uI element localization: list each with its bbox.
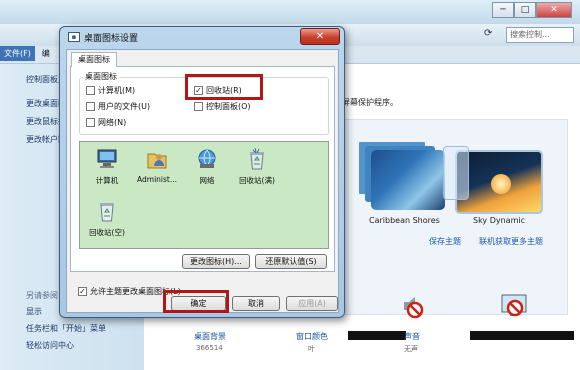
maximize-button[interactable]: □ — [514, 2, 536, 18]
icon-label: 网络 — [199, 176, 215, 185]
screensaver-icon[interactable] — [500, 292, 528, 320]
see-also-display[interactable]: 显示 — [26, 306, 42, 317]
search-input[interactable]: 搜索控制... — [506, 27, 574, 43]
checkbox-box[interactable] — [86, 102, 95, 111]
theme-name: Sky Dynamic — [473, 216, 525, 225]
icon-label: 回收站(满) — [239, 176, 275, 185]
see-also-taskbar[interactable]: 任务栏和「开始」菜单 — [26, 323, 106, 334]
network-icon — [198, 149, 216, 168]
checkbox-box[interactable] — [86, 118, 95, 127]
window-color-link[interactable]: 窗口颜色 — [296, 331, 328, 342]
list-item[interactable]: 计算机 — [80, 148, 134, 186]
title-bar: ─ □ ✕ — [0, 0, 580, 24]
dialog-app-icon: ▪ — [68, 32, 80, 42]
dialog-title: 桌面图标设置 — [84, 34, 139, 44]
apply-button[interactable]: 应用(A) — [286, 296, 338, 311]
list-item[interactable]: Administ... — [130, 148, 184, 184]
recycle-bin-full-icon — [250, 147, 264, 170]
checkbox-label: 网络(N) — [98, 118, 127, 127]
checkmark-icon[interactable]: ✓ — [78, 287, 87, 296]
checkbox-user-files[interactable]: 用户的文件(U) — [86, 101, 150, 112]
restore-default-button[interactable]: 还原默认值(S) — [255, 254, 327, 269]
minimize-button[interactable]: ─ — [492, 2, 514, 18]
computer-icon — [97, 149, 117, 168]
change-icon-button[interactable]: 更改图标(H)... — [182, 254, 250, 269]
desktop-background-link[interactable]: 桌面背景 — [194, 331, 226, 342]
desktop-icon-settings-dialog: ▪ 桌面图标设置 ✕ 桌面图标 桌面图标 计算机(M) ✓ 回收站(R) 用户的文… — [59, 26, 345, 318]
get-more-themes-link[interactable]: 联机获取更多主题 — [479, 236, 543, 247]
themes-list: Caribbean Shores Sky Dynamic 保存主题 联机获取更多… — [342, 119, 568, 315]
checkbox-label: 用户的文件(U) — [98, 102, 151, 111]
sound-link[interactable]: 声音 — [404, 331, 420, 342]
screensaver-hint: 屏幕保护程序。 — [342, 98, 398, 107]
checkbox-label: 计算机(M) — [98, 86, 136, 95]
icon-list: 计算机 Administ... 网络 回收站(满) 回收站(空) — [79, 141, 329, 249]
cancel-button[interactable]: 取消 — [232, 296, 280, 311]
tab-desktop-icons[interactable]: 桌面图标 — [71, 52, 117, 67]
highlight-ok-button — [163, 290, 229, 313]
highlight-recycle-bin-checkbox — [185, 74, 263, 100]
list-item[interactable]: 回收站(满) — [230, 147, 284, 186]
checkbox-computer[interactable]: 计算机(M) — [86, 85, 135, 96]
icon-label: Administ... — [137, 175, 177, 184]
menu-edit[interactable]: 编 — [38, 46, 54, 61]
see-also-ease-of-access[interactable]: 轻松访问中心 — [26, 340, 74, 351]
theme-caribbean-shores-thumbnail[interactable] — [371, 150, 445, 210]
recycle-bin-empty-icon — [100, 203, 114, 222]
group-title: 桌面图标 — [83, 71, 119, 82]
see-also-heading: 另请参阅 — [26, 291, 58, 300]
sound-icon[interactable] — [398, 292, 426, 320]
checkbox-label: 控制面板(O) — [206, 102, 251, 111]
close-window-button[interactable]: ✕ — [536, 2, 572, 18]
window-color-value: 叶 — [308, 345, 315, 353]
theme-sky-dynamic-thumbnail[interactable] — [443, 146, 543, 214]
dialog-close-button[interactable]: ✕ — [300, 28, 340, 45]
checkbox-network[interactable]: 网络(N) — [86, 117, 126, 128]
checkbox-box[interactable] — [86, 86, 95, 95]
menu-file[interactable]: 文件(F) — [0, 46, 35, 61]
icon-label: 回收站(空) — [89, 228, 125, 237]
list-item[interactable]: 回收站(空) — [80, 200, 134, 238]
save-theme-link[interactable]: 保存主题 — [429, 236, 461, 247]
list-item[interactable]: 网络 — [180, 148, 234, 186]
checkbox-control-panel[interactable]: 控制面板(O) — [194, 101, 251, 112]
sound-value: 无声 — [404, 345, 418, 353]
icon-label: 计算机 — [95, 176, 119, 185]
checkbox-box[interactable] — [194, 102, 203, 111]
theme-name: Caribbean Shores — [369, 216, 440, 225]
desktop-background-value: 366514 — [196, 344, 223, 352]
refresh-icon[interactable]: ⟳ — [484, 28, 492, 39]
user-folder-icon — [147, 153, 167, 169]
